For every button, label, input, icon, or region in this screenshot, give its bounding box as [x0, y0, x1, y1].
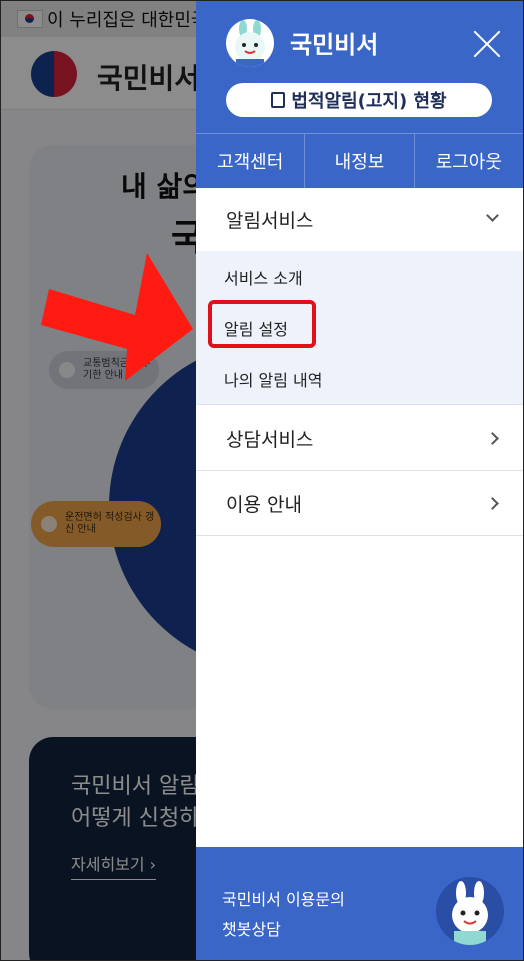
close-icon[interactable]: [472, 29, 502, 59]
menu-notification-service[interactable]: 알림서비스: [196, 187, 523, 252]
chevron-down-icon: [486, 209, 499, 222]
chatbot-line-2: 챗봇상담: [222, 920, 281, 939]
logout-link[interactable]: 로그아웃: [415, 134, 523, 188]
red-arrow-icon: [41, 253, 193, 381]
quick-nav: 고객센터 내정보 로그아웃: [196, 133, 523, 188]
highlight-box: [208, 300, 316, 348]
document-icon: [271, 92, 286, 108]
screen: 이 누리집은 대한민국 국민비서 내 삶의 국 교통범칙금 납부기한 안내 운전…: [0, 0, 524, 961]
my-info-link[interactable]: 내정보: [305, 134, 415, 188]
drawer-brand: 국민비서: [290, 31, 379, 59]
chevron-right-icon: [486, 497, 499, 510]
menu-usage-guide[interactable]: 이용 안내: [196, 471, 523, 536]
side-drawer: 국민비서 법적알림(고지) 현황 고객센터 내정보 로그아웃 알림서비스 서비스…: [196, 1, 523, 960]
submenu-notification-settings[interactable]: 알림 설정: [196, 300, 523, 354]
menu-section-label: 이용 안내: [226, 493, 302, 516]
menu-section-label: 알림서비스: [226, 209, 314, 232]
chatbot-mascot-icon: [436, 877, 504, 945]
legal-notice-label: 법적알림(고지) 현황: [291, 91, 447, 112]
submenu-service-intro[interactable]: 서비스 소개: [196, 251, 523, 303]
chatbot-text: 국민비서 이용문의 챗봇상담: [222, 885, 345, 945]
chevron-right-icon: [486, 432, 499, 445]
drawer-header: 국민비서 법적알림(고지) 현황: [196, 1, 523, 133]
legal-notice-button[interactable]: 법적알림(고지) 현황: [226, 83, 492, 117]
submenu-label: 나의 알림 내역: [224, 370, 323, 390]
submenu-my-notifications[interactable]: 나의 알림 내역: [196, 353, 523, 405]
menu-consultation-service[interactable]: 상담서비스: [196, 406, 523, 471]
mascot-icon: [226, 19, 274, 67]
submenu-label: 서비스 소개: [224, 268, 303, 288]
menu-section-label: 상담서비스: [226, 428, 314, 451]
chatbot-line-1: 국민비서 이용문의: [222, 890, 345, 909]
customer-center-link[interactable]: 고객센터: [196, 134, 306, 188]
chatbot-banner[interactable]: 국민비서 이용문의 챗봇상담: [196, 847, 523, 960]
